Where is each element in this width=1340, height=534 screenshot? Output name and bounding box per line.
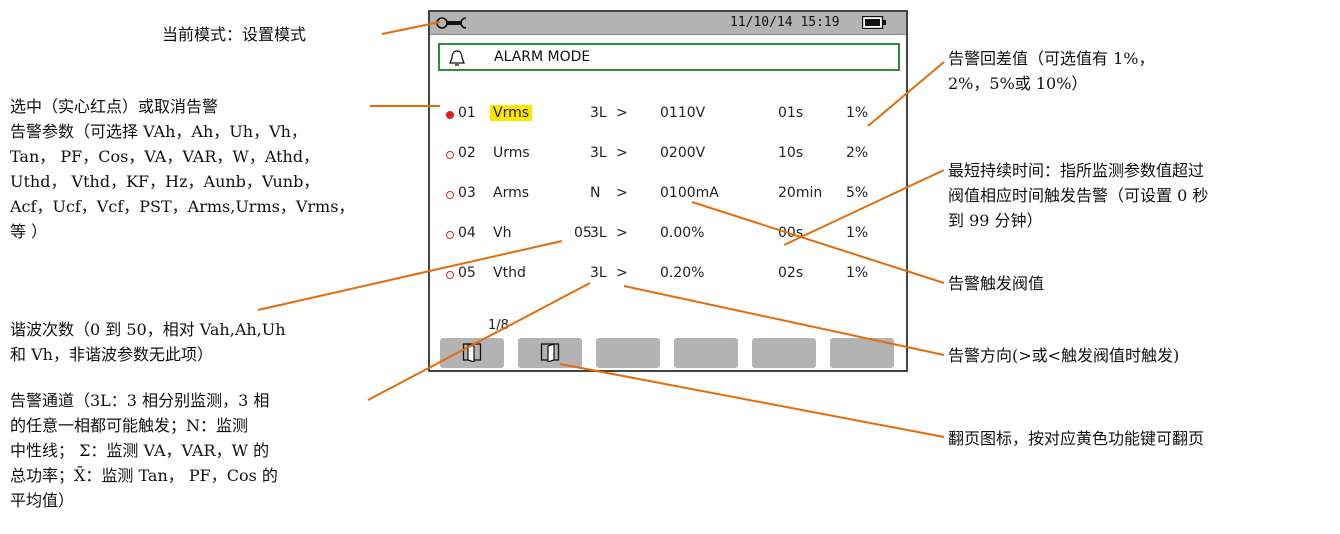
leader-line-order <box>257 240 563 311</box>
leader-line-page <box>559 363 945 438</box>
leader-line-mode <box>381 21 441 35</box>
leader-line-duration <box>783 169 945 246</box>
annotation-leader-lines <box>257 21 945 438</box>
leader-line-hysteresis <box>867 61 945 127</box>
leader-line-threshold <box>691 201 945 284</box>
leader-line-direction <box>623 285 945 356</box>
leader-line-channel <box>367 282 591 401</box>
